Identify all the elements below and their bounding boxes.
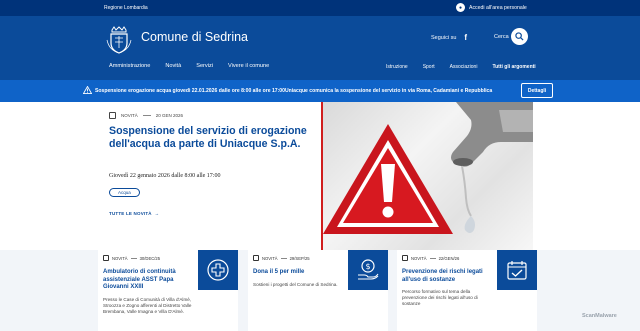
nav-item-novita[interactable]: Novità — [165, 63, 181, 69]
image-border — [321, 102, 323, 250]
alert-banner: Sospensione erogazione acqua giovedì 22.… — [0, 80, 640, 102]
card-meta: NOVITÀ 29/SEP/25 — [253, 255, 310, 261]
card-icon-tile: $ — [348, 250, 388, 290]
social-links: Seguici su f — [431, 33, 467, 42]
card-icon-tile — [497, 250, 537, 290]
card-date: 22/GEN/26 — [438, 255, 460, 261]
meta-divider — [280, 257, 287, 259]
watermark: ScanMalware — [582, 313, 617, 319]
nav-item-servizi[interactable]: Servizi — [196, 63, 213, 69]
warning-faucet-illustration — [323, 102, 533, 234]
municipal-crest-icon[interactable] — [106, 26, 132, 54]
nav-item-amministrazione[interactable]: Amministrazione — [109, 63, 150, 69]
hero-headline[interactable]: Sospensione del servizio di erogazione d… — [109, 125, 319, 151]
all-news-link[interactable]: TUTTE LE NOVITÀ → — [109, 211, 159, 216]
hero-date: 20 GEN 2026 — [155, 113, 184, 118]
calendar-icon — [109, 112, 116, 119]
meta-divider — [142, 115, 151, 116]
alert-message: Sospensione erogazione acqua giovedì 22.… — [95, 88, 493, 94]
card-title[interactable]: Prevenzione dei rischi legati all'uso di… — [402, 269, 494, 284]
search-button[interactable] — [511, 28, 528, 45]
topics-nav: Istruzione Sport Associazioni Tutti gli … — [386, 64, 536, 70]
facebook-icon[interactable]: f — [464, 33, 467, 42]
calendar-icon — [253, 255, 259, 261]
topic-associazioni[interactable]: Associazioni — [450, 64, 478, 70]
main-nav: Amministrazione Novità Servizi Vivere il… — [109, 63, 284, 69]
calendar-icon — [402, 255, 408, 261]
featured-news: NOVITÀ 20 GEN 2026 Sospensione del servi… — [0, 102, 640, 250]
watermark-text: ScanMalware — [582, 313, 617, 319]
search-label: Cerca — [494, 34, 509, 40]
card-meta: NOVITÀ 22/GEN/26 — [402, 255, 459, 261]
card-date: 30/DEC/25 — [139, 255, 161, 261]
svg-text:$: $ — [365, 262, 370, 271]
card-title[interactable]: Ambulatorio di continuità assistenziale … — [103, 269, 195, 292]
hero-tag[interactable]: Acqua — [109, 188, 140, 197]
hero-meta: NOVITÀ 20 GEN 2026 — [109, 112, 183, 119]
news-card[interactable]: NOVITÀ 30/DEC/25 Ambulatorio di continui… — [98, 250, 238, 331]
topic-istruzione[interactable]: Istruzione — [386, 64, 408, 70]
card-body: Percorso formativo sul tema della preven… — [402, 289, 478, 307]
medical-cross-icon — [207, 259, 229, 281]
topic-all[interactable]: Tutti gli argomenti — [492, 64, 535, 70]
calendar-check-icon — [507, 261, 527, 280]
card-category: NOVITÀ — [411, 255, 427, 261]
card-category: NOVITÀ — [112, 255, 128, 261]
hero-subtitle: Giovedì 22 gennaio 2026 dalle 8:00 alle … — [109, 173, 221, 179]
personal-area-login[interactable]: ● Accedi all'area personale — [456, 3, 527, 12]
social-label: Seguici su — [431, 34, 457, 41]
arrow-right-icon: → — [153, 211, 160, 216]
hero-category[interactable]: NOVITÀ — [121, 113, 138, 118]
news-card[interactable]: NOVITÀ 29/SEP/25 Dona il 5 per mille Sos… — [248, 250, 388, 331]
calendar-icon — [103, 255, 109, 261]
topic-sport[interactable]: Sport — [423, 64, 435, 70]
card-category: NOVITÀ — [262, 255, 278, 261]
warning-icon — [83, 86, 92, 94]
all-news-label: TUTTE LE NOVITÀ — [109, 211, 152, 216]
donation-hand-icon: $ — [358, 259, 379, 280]
alert-details-button[interactable]: Dettagli — [521, 83, 553, 98]
meta-divider — [429, 257, 436, 259]
meta-divider — [130, 257, 137, 259]
news-card[interactable]: NOVITÀ 22/GEN/26 Prevenzione dei rischi … — [397, 250, 537, 331]
hero-image — [321, 102, 533, 250]
personal-area-label: Accedi all'area personale — [469, 4, 527, 11]
nav-item-vivere-il-comune[interactable]: Vivere il comune — [228, 63, 269, 69]
site-header: Comune di Sedrina Seguici su f Cerca Amm… — [0, 16, 640, 80]
user-icon: ● — [456, 3, 465, 12]
top-bar: Regione Lombardia ● Accedi all'area pers… — [0, 0, 640, 16]
site-title[interactable]: Comune di Sedrina — [141, 30, 248, 44]
card-body: Sostieni i progetti del Comune di Sedrin… — [253, 282, 338, 287]
card-body: Presso le Case di Comunità di Villa d'Al… — [103, 297, 192, 315]
card-date: 29/SEP/25 — [289, 255, 310, 261]
card-icon-tile — [198, 250, 238, 290]
search-icon — [515, 32, 524, 41]
card-meta: NOVITÀ 30/DEC/25 — [103, 255, 160, 261]
card-title[interactable]: Dona il 5 per mille — [253, 269, 345, 277]
region-link[interactable]: Regione Lombardia — [104, 5, 148, 11]
